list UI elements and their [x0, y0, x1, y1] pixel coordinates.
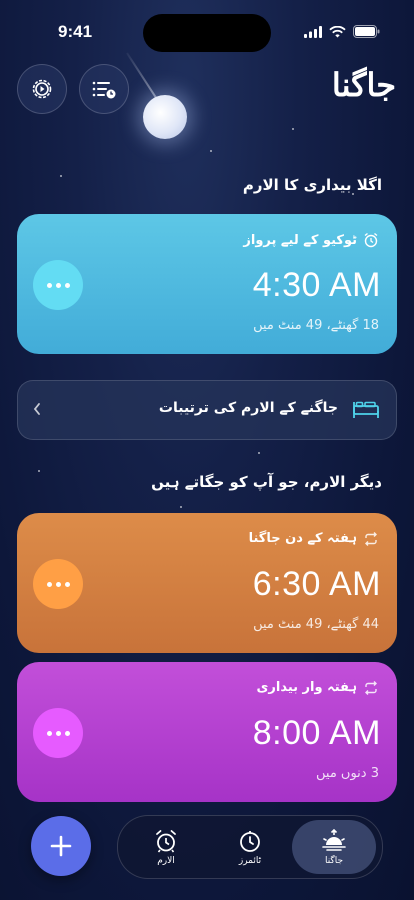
- bed-icon: [353, 401, 379, 418]
- status-time: 9:41: [58, 22, 93, 41]
- alarm-time: 6:30 AM: [252, 565, 381, 603]
- alarm-card-weekly[interactable]: ہفتہ وار بیداری 8:00 AM 3 دنوں میں: [17, 662, 397, 802]
- settings-button[interactable]: [17, 64, 67, 114]
- alarm-clock-icon: [364, 232, 378, 248]
- alarm-time: 4:30 AM: [252, 266, 381, 304]
- tab-label: جاگنا: [324, 855, 344, 866]
- alarm-label-text: ہفتہ کے دن جاگنا: [248, 531, 357, 546]
- alarm-card-weekend[interactable]: ہفتہ کے دن جاگنا 6:30 AM 44 گھنٹے، 49 من…: [17, 513, 397, 653]
- star: [210, 150, 212, 152]
- star: [38, 470, 40, 472]
- alarm-label: ہفتہ وار بیداری: [256, 680, 379, 695]
- tab-wake[interactable]: جاگنا: [292, 820, 376, 874]
- alarm-label: ٹوکیو کے لیے پرواز: [243, 232, 379, 248]
- repeat-icon: [365, 531, 377, 546]
- dynamic-island: [143, 14, 271, 52]
- wake-alarm-settings-row[interactable]: جاگنے کے الارم کی ترتیبات: [17, 380, 397, 440]
- tab-bar: الارم ٹائمرز جاگنا: [117, 815, 383, 879]
- status-icons: [304, 25, 380, 38]
- dot-icon: [55, 581, 61, 587]
- wake-settings-label: جاگنے کے الارم کی ترتیبات: [158, 400, 338, 416]
- chevron-left-icon: [33, 403, 40, 415]
- plus-icon: [50, 835, 72, 857]
- next-alarm-section-title: اگلا بیداری کا الارم: [242, 176, 382, 194]
- alarm-countdown: 3 دنوں میں: [316, 766, 379, 781]
- alarm-label-text: ٹوکیو کے لیے پرواز: [243, 232, 357, 248]
- alarm-time: 8:00 AM: [252, 714, 381, 752]
- tab-alarms[interactable]: الارم: [124, 820, 208, 874]
- alarm-clock-icon: [156, 829, 176, 852]
- repeat-icon: [365, 680, 377, 695]
- star: [60, 175, 62, 177]
- dot-icon: [64, 282, 70, 288]
- page-title: جاگنا: [331, 66, 396, 104]
- tab-timers[interactable]: ٹائمرز: [208, 820, 292, 874]
- dot-icon: [55, 730, 61, 736]
- tab-label: ٹائمرز: [238, 855, 262, 866]
- other-alarms-section-title: دیگر الارم، جو آپ کو جگاتے ہیں: [151, 473, 382, 491]
- star: [292, 128, 294, 130]
- add-alarm-button[interactable]: [31, 816, 91, 876]
- list-clock-icon: [92, 81, 116, 99]
- dot-icon: [64, 581, 70, 587]
- dot-icon: [46, 581, 52, 587]
- alarm-label: ہفتہ کے دن جاگنا: [249, 531, 379, 546]
- gear-icon: [32, 79, 52, 99]
- status-bar: 9:41: [0, 0, 414, 54]
- moon-string: [126, 52, 158, 99]
- moon-illustration: [143, 95, 187, 139]
- cellular-signal-icon: [304, 25, 322, 38]
- more-options-button[interactable]: [33, 708, 83, 758]
- tab-label: الارم: [157, 855, 175, 866]
- battery-icon: [353, 25, 380, 38]
- next-alarm-card[interactable]: ٹوکیو کے لیے پرواز 4:30 AM 18 گھنٹے، 49 …: [17, 214, 397, 354]
- dot-icon: [55, 282, 61, 288]
- star: [258, 452, 260, 454]
- alarm-countdown: 18 گھنٹے، 49 منٹ میں: [253, 318, 379, 333]
- alarm-label-text: ہفتہ وار بیداری: [256, 680, 357, 695]
- dot-icon: [46, 730, 52, 736]
- dot-icon: [46, 282, 52, 288]
- dot-icon: [64, 730, 70, 736]
- star: [180, 506, 182, 508]
- wifi-icon: [329, 25, 346, 37]
- more-options-button[interactable]: [33, 559, 83, 609]
- alarm-countdown: 44 گھنٹے، 49 منٹ میں: [253, 617, 379, 632]
- sunrise-icon: [322, 828, 346, 851]
- timer-icon: [240, 830, 260, 852]
- more-options-button[interactable]: [33, 260, 83, 310]
- alarm-list-button[interactable]: [79, 64, 129, 114]
